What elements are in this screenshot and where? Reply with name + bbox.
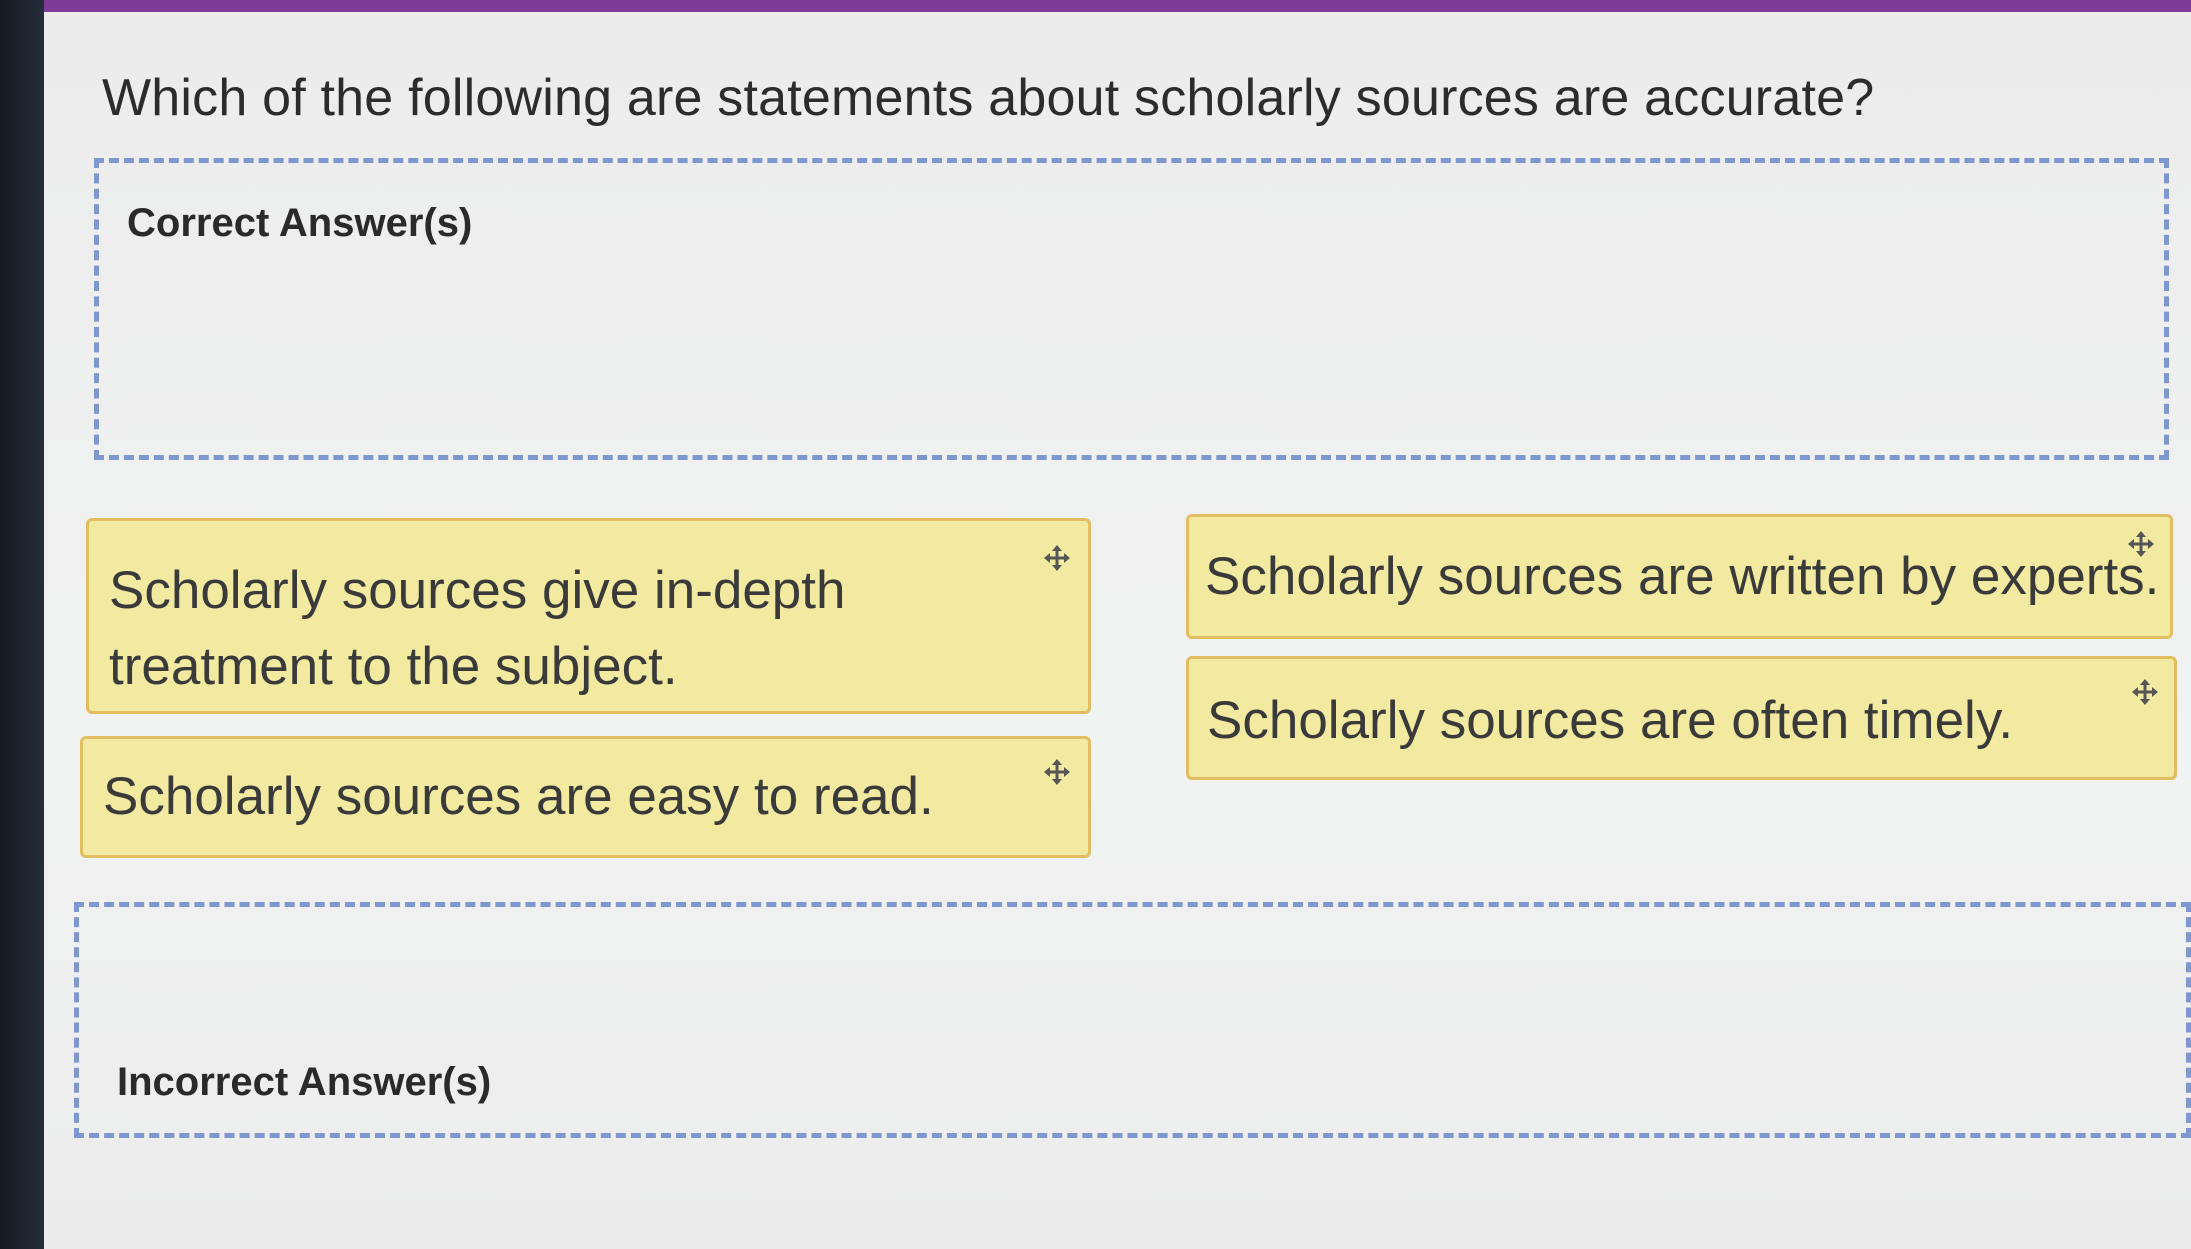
incorrect-answers-label: Incorrect Answer(s) [117, 1060, 492, 1104]
move-icon [1044, 759, 1070, 785]
move-icon [1044, 545, 1070, 571]
answer-card-text-line-1: Scholarly sources give in-depth [109, 561, 846, 620]
answer-card-text: Scholarly sources are easy to read. [103, 767, 934, 826]
answer-card-easy-to-read[interactable]: Scholarly sources are easy to read. [80, 736, 1091, 858]
question-text: Which of the following are statements ab… [102, 69, 1875, 127]
answer-card-text-line-2: treatment to the subject. [109, 637, 678, 696]
answer-card-written-by-experts[interactable]: Scholarly sources are written by experts… [1186, 514, 2173, 639]
move-icon [2132, 679, 2158, 705]
correct-answers-dropzone[interactable]: Correct Answer(s) [94, 158, 2169, 460]
correct-answers-label: Correct Answer(s) [127, 201, 473, 245]
question-panel: Which of the following are statements ab… [44, 12, 2191, 1249]
move-icon [2128, 531, 2154, 557]
answer-card-text: Scholarly sources give in-depth treatmen… [109, 553, 846, 705]
screen-bezel [0, 0, 44, 1249]
answer-card-in-depth[interactable]: Scholarly sources give in-depth treatmen… [86, 518, 1091, 714]
answer-card-often-timely[interactable]: Scholarly sources are often timely. [1186, 656, 2177, 780]
top-accent-bar [44, 0, 2191, 12]
incorrect-answers-dropzone[interactable]: Incorrect Answer(s) [74, 902, 2191, 1138]
answer-card-text: Scholarly sources are often timely. [1207, 691, 2014, 750]
answer-card-text: Scholarly sources are written by experts… [1205, 547, 2160, 606]
